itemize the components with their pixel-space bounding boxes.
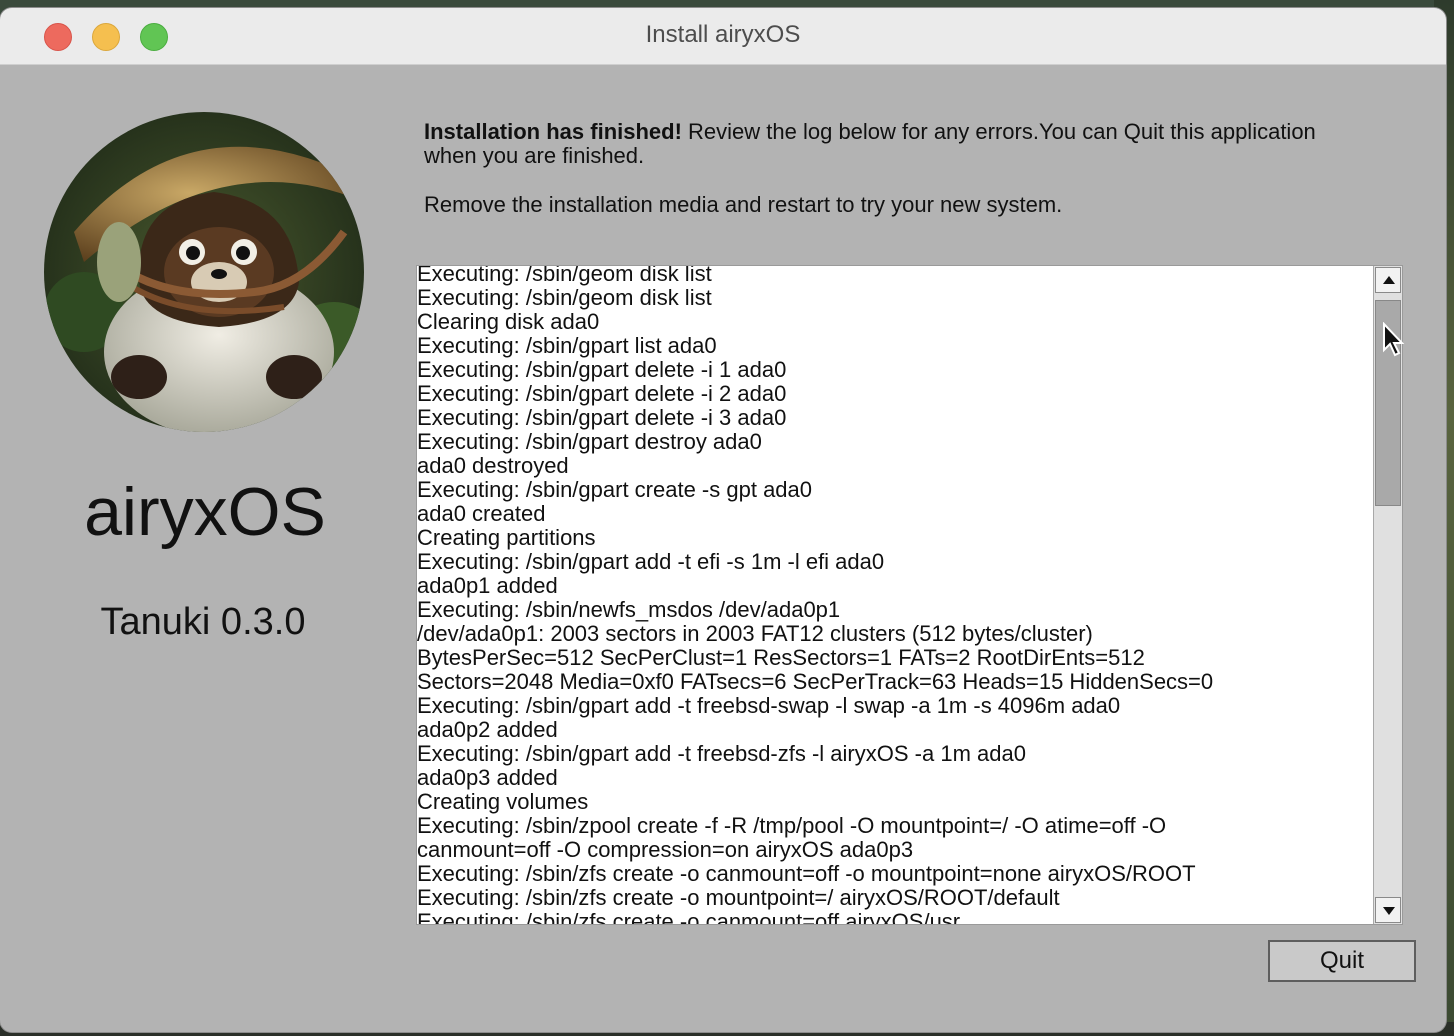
log-line: Executing: /sbin/gpart delete -i 1 ada0: [417, 358, 787, 382]
arrow-up-icon: [1383, 276, 1395, 284]
log-line: Executing: /sbin/gpart destroy ada0: [417, 430, 762, 454]
log-line: Creating partitions: [417, 526, 596, 550]
log-line: Executing: /sbin/zpool create -f -R /tmp…: [417, 814, 1167, 838]
log-line: Executing: /sbin/gpart list ada0: [417, 334, 717, 358]
install-log[interactable]: Executing: /sbin/geom disk list Executing…: [416, 265, 1403, 925]
log-line: BytesPerSec=512 SecPerClust=1 ResSectors…: [417, 646, 1145, 670]
log-line: ada0p2 added: [417, 718, 558, 742]
log-line: ada0p3 added: [417, 766, 558, 790]
log-line: Executing: /sbin/zfs create -o mountpoin…: [417, 886, 1060, 910]
log-line: Executing: /sbin/gpart add -t freebsd-zf…: [417, 742, 1026, 766]
arrow-down-icon: [1383, 907, 1395, 915]
installer-window: Install airyxOS airyxOS Tanuki 0.3.0 Ins…: [0, 8, 1446, 1032]
log-line: Clearing disk ada0: [417, 310, 600, 334]
tanuki-logo-icon: [44, 112, 364, 432]
log-line: Executing: /sbin/newfs_msdos /dev/ada0p1: [417, 598, 841, 622]
restart-note: Remove the installation media and restar…: [424, 192, 1063, 217]
log-line: Executing: /sbin/gpart add -t efi -s 1m …: [417, 550, 885, 574]
log-line: Executing: /sbin/zfs create -o canmount=…: [417, 862, 1196, 886]
log-line: Creating volumes: [417, 790, 589, 814]
log-line: /dev/ada0p1: 2003 sectors in 2003 FAT12 …: [417, 622, 1093, 646]
log-line: ada0 destroyed: [417, 454, 569, 478]
installer-content: airyxOS Tanuki 0.3.0 Installation has fi…: [4, 65, 1442, 1032]
log-line: Executing: /sbin/gpart create -s gpt ada…: [417, 478, 813, 502]
log-line: Executing: /sbin/geom disk list: [417, 286, 712, 310]
log-line: Sectors=2048 Media=0xf0 FATsecs=6 SecPer…: [417, 670, 1214, 694]
title-bar[interactable]: Install airyxOS: [0, 8, 1446, 65]
app-name: airyxOS: [84, 474, 326, 550]
log-line: Executing: /sbin/gpart delete -i 3 ada0: [417, 406, 787, 430]
scroll-down-button[interactable]: [1375, 897, 1401, 923]
log-line: canmount=off -O compression=on airyxOS a…: [417, 838, 914, 862]
log-line: Executing: /sbin/geom disk list: [417, 265, 712, 286]
completion-message: Installation has finished! Review the lo…: [424, 120, 1324, 168]
completion-heading: Installation has finished!: [424, 119, 682, 144]
scroll-up-button[interactable]: [1375, 267, 1401, 293]
quit-button[interactable]: Quit: [1268, 940, 1416, 982]
mouse-pointer-icon: [1382, 321, 1406, 363]
log-line: ada0p1 added: [417, 574, 558, 598]
log-line: ada0 created: [417, 502, 546, 526]
version-label: Tanuki 0.3.0: [100, 601, 306, 643]
log-line: Executing: /sbin/gpart delete -i 2 ada0: [417, 382, 787, 406]
window-title: Install airyxOS: [645, 21, 801, 48]
log-line: Executing: /sbin/zfs create -o canmount=…: [417, 910, 961, 925]
log-lines: Executing: /sbin/geom disk list Executing…: [417, 265, 1372, 925]
log-scrollbar[interactable]: [1373, 266, 1402, 924]
log-line: Executing: /sbin/gpart add -t freebsd-sw…: [417, 694, 1121, 718]
